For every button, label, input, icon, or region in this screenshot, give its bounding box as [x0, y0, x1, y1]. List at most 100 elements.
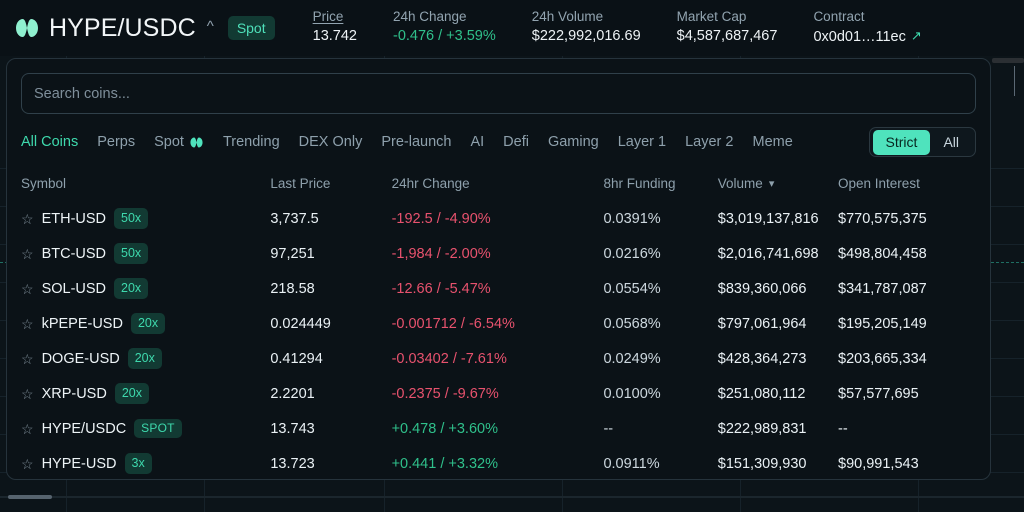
- cell-8hr-funding: 0.0911%: [603, 456, 717, 472]
- cell-symbol: ☆BTC-USD50x: [21, 243, 270, 263]
- cell-symbol: ☆XRP-USD20x: [21, 383, 270, 403]
- pair-selector[interactable]: HYPE/USDC ^ Spot: [0, 16, 275, 41]
- leverage-badge: 3x: [125, 453, 152, 473]
- table-row[interactable]: ☆BTC-USD50x97,251-1,984 / -2.00%0.0216%$…: [7, 236, 990, 271]
- filter-tab-ai[interactable]: AI: [470, 134, 484, 150]
- filter-tab-dex-only[interactable]: DEX Only: [299, 134, 363, 150]
- filter-tab-label: Gaming: [548, 134, 599, 150]
- favorite-star-icon[interactable]: ☆: [21, 212, 34, 226]
- cell-open-interest: $203,665,334: [838, 351, 976, 367]
- column-header-last-price[interactable]: Last Price: [270, 176, 391, 191]
- favorite-star-icon[interactable]: ☆: [21, 247, 34, 261]
- filter-tab-label: Defi: [503, 134, 529, 150]
- stat-24h-volume: 24h Volume $222,992,016.69: [532, 8, 641, 48]
- cell-24hr-change: +0.478 / +3.60%: [392, 421, 604, 437]
- chart-range-handle[interactable]: [8, 495, 52, 499]
- filter-bar: All Coins Perps Spot Trending DEX Only P…: [7, 114, 990, 157]
- favorite-star-icon[interactable]: ☆: [21, 387, 34, 401]
- stat-value: -0.476 / +3.59%: [393, 26, 496, 48]
- cell-last-price: 0.024449: [270, 316, 391, 332]
- leverage-badge: 20x: [115, 383, 149, 403]
- external-link-icon[interactable]: ↗︎: [911, 28, 922, 43]
- cell-open-interest: $498,804,458: [838, 246, 976, 262]
- trading-app-window: HYPE/USDC ^ Spot Price 13.742 24h Change…: [0, 0, 1024, 512]
- symbol-name: SOL-USD: [42, 281, 106, 297]
- stat-24h-change: 24h Change -0.476 / +3.59%: [393, 8, 496, 48]
- symbol-name: ETH-USD: [42, 211, 106, 227]
- stat-value: $222,992,016.69: [532, 26, 641, 48]
- filter-tab-trending[interactable]: Trending: [223, 134, 280, 150]
- filter-tab-pre-launch[interactable]: Pre-launch: [381, 134, 451, 150]
- filter-tab-meme[interactable]: Meme: [752, 134, 792, 150]
- favorite-star-icon[interactable]: ☆: [21, 422, 34, 436]
- filter-tab-label: Pre-launch: [381, 134, 451, 150]
- cell-24hr-change: -12.66 / -5.47%: [392, 281, 604, 297]
- chevron-up-icon[interactable]: ^: [207, 19, 214, 34]
- symbol-name: HYPE/USDC: [42, 421, 127, 437]
- stat-label: Contract: [813, 8, 921, 26]
- table-row[interactable]: ☆HYPE-USD3x13.723+0.441 / +3.32%0.0911%$…: [7, 446, 990, 480]
- table-row[interactable]: ☆ETH-USD50x3,737.5-192.5 / -4.90%0.0391%…: [7, 201, 990, 236]
- cell-symbol: ☆kPEPE-USD20x: [21, 313, 270, 333]
- coin-table-body: ☆ETH-USD50x3,737.5-192.5 / -4.90%0.0391%…: [7, 201, 990, 480]
- chart-scroll-strip[interactable]: [992, 58, 1024, 63]
- contract-address: 0x0d01…11ec: [813, 29, 905, 45]
- column-header-8hr-funding[interactable]: 8hr Funding: [603, 176, 717, 191]
- favorite-star-icon[interactable]: ☆: [21, 457, 34, 471]
- table-row[interactable]: ☆XRP-USD20x2.2201-0.2375 / -9.67%0.0100%…: [7, 376, 990, 411]
- search-box[interactable]: [21, 73, 976, 114]
- filter-tab-gaming[interactable]: Gaming: [548, 134, 599, 150]
- chevron-down-icon: ▾: [769, 177, 775, 190]
- filter-tab-label: All Coins: [21, 134, 78, 150]
- filter-tab-spot[interactable]: Spot: [154, 134, 204, 150]
- column-header-volume-label: Volume: [718, 176, 763, 191]
- column-header-symbol[interactable]: Symbol: [21, 176, 270, 191]
- cell-24hr-change: -1,984 / -2.00%: [392, 246, 604, 262]
- hyperliquid-bowtie-icon: [189, 137, 204, 148]
- column-header-24hr-change[interactable]: 24hr Change: [392, 176, 604, 191]
- coin-selector-panel: All Coins Perps Spot Trending DEX Only P…: [6, 58, 991, 480]
- filter-tab-label: Spot: [154, 134, 184, 150]
- leverage-badge: 50x: [114, 208, 148, 228]
- cell-volume: $151,309,930: [718, 456, 838, 472]
- search-input[interactable]: [34, 86, 963, 102]
- filter-tab-layer-1[interactable]: Layer 1: [618, 134, 666, 150]
- market-header: HYPE/USDC ^ Spot Price 13.742 24h Change…: [0, 0, 1024, 56]
- favorite-star-icon[interactable]: ☆: [21, 317, 34, 331]
- filter-tab-defi[interactable]: Defi: [503, 134, 529, 150]
- cell-24hr-change: -0.001712 / -6.54%: [392, 316, 604, 332]
- chart-time-axis: [0, 496, 1024, 498]
- filter-tab-all-coins[interactable]: All Coins: [21, 134, 78, 150]
- favorite-star-icon[interactable]: ☆: [21, 352, 34, 366]
- cell-last-price: 0.41294: [270, 351, 391, 367]
- symbol-name: HYPE-USD: [42, 456, 117, 472]
- cell-8hr-funding: 0.0391%: [603, 211, 717, 227]
- cell-symbol: ☆HYPE/USDCSPOT: [21, 419, 270, 439]
- toggle-all[interactable]: All: [930, 130, 972, 155]
- filter-tab-label: AI: [470, 134, 484, 150]
- table-row[interactable]: ☆HYPE/USDCSPOT13.743+0.478 / +3.60%--$22…: [7, 411, 990, 446]
- favorite-star-icon[interactable]: ☆: [21, 282, 34, 296]
- hyperliquid-bowtie-icon: [14, 18, 40, 38]
- column-header-volume[interactable]: Volume ▾: [718, 176, 838, 191]
- filter-tab-layer-2[interactable]: Layer 2: [685, 134, 733, 150]
- cell-24hr-change: -0.2375 / -9.67%: [392, 386, 604, 402]
- filter-tab-label: Perps: [97, 134, 135, 150]
- toggle-strict[interactable]: Strict: [873, 130, 931, 155]
- filter-tab-perps[interactable]: Perps: [97, 134, 135, 150]
- cell-open-interest: $770,575,375: [838, 211, 976, 227]
- cell-8hr-funding: 0.0568%: [603, 316, 717, 332]
- stat-market-cap: Market Cap $4,587,687,467: [677, 8, 778, 48]
- filter-tab-label: Layer 1: [618, 134, 666, 150]
- filter-tab-label: Trending: [223, 134, 280, 150]
- filter-tab-label: Meme: [752, 134, 792, 150]
- stat-label: 24h Change: [393, 8, 496, 26]
- column-header-open-interest[interactable]: Open Interest: [838, 176, 976, 191]
- filter-tab-label: DEX Only: [299, 134, 363, 150]
- stat-label: Market Cap: [677, 8, 778, 26]
- table-row[interactable]: ☆DOGE-USD20x0.41294-0.03402 / -7.61%0.02…: [7, 341, 990, 376]
- table-row[interactable]: ☆SOL-USD20x218.58-12.66 / -5.47%0.0554%$…: [7, 271, 990, 306]
- cell-last-price: 13.743: [270, 421, 391, 437]
- table-row[interactable]: ☆kPEPE-USD20x0.024449-0.001712 / -6.54%0…: [7, 306, 990, 341]
- cell-last-price: 2.2201: [270, 386, 391, 402]
